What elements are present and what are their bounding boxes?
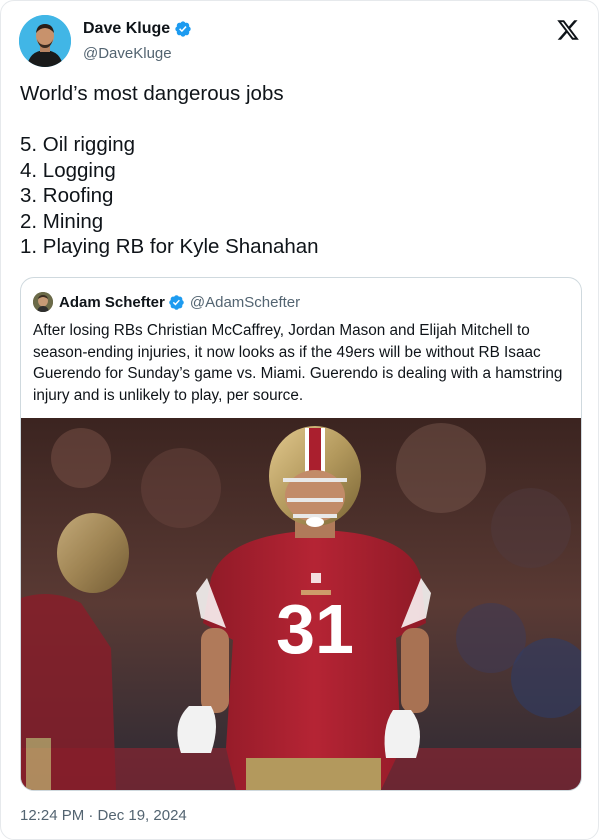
author-name[interactable]: Dave Kluge	[83, 20, 170, 38]
x-logo-icon[interactable]	[556, 18, 580, 42]
tweet-line: 1. Playing RB for Kyle Shanahan	[20, 235, 319, 258]
quoted-author-name[interactable]: Adam Schefter	[59, 294, 165, 311]
verified-badge-icon	[175, 21, 191, 37]
quoted-tweet[interactable]: Adam Schefter @AdamSchefter After losing…	[20, 277, 582, 791]
tweet-card: Dave Kluge @DaveKluge World’s most dange…	[0, 0, 599, 840]
quoted-author-avatar[interactable]	[33, 292, 53, 312]
tweet-text: World’s most dangerous jobs 5. Oil riggi…	[20, 81, 580, 260]
verified-badge-icon	[169, 294, 184, 310]
tweet-line: World’s most dangerous jobs	[20, 82, 284, 105]
quoted-text: After losing RBs Christian McCaffrey, Jo…	[33, 322, 563, 404]
quoted-header: Adam Schefter @AdamSchefter	[33, 292, 300, 312]
tweet-line: 2. Mining	[20, 209, 104, 233]
quoted-photo[interactable]: 31	[21, 418, 581, 790]
quoted-author-handle[interactable]: @AdamSchefter	[190, 294, 300, 311]
tweet-line: 4. Logging	[20, 158, 116, 182]
author-name-row: Dave Kluge	[83, 20, 192, 38]
tweet-timestamp[interactable]: 12:24 PM · Dec 19, 2024	[20, 807, 187, 824]
author-avatar[interactable]	[19, 15, 71, 67]
jersey-number: 31	[276, 590, 354, 668]
tweet-line: 5. Oil rigging	[20, 133, 136, 156]
author-handle[interactable]: @DaveKluge	[83, 45, 172, 62]
tweet-line	[20, 107, 580, 133]
tweet-line: 3. Roofing	[20, 184, 114, 207]
